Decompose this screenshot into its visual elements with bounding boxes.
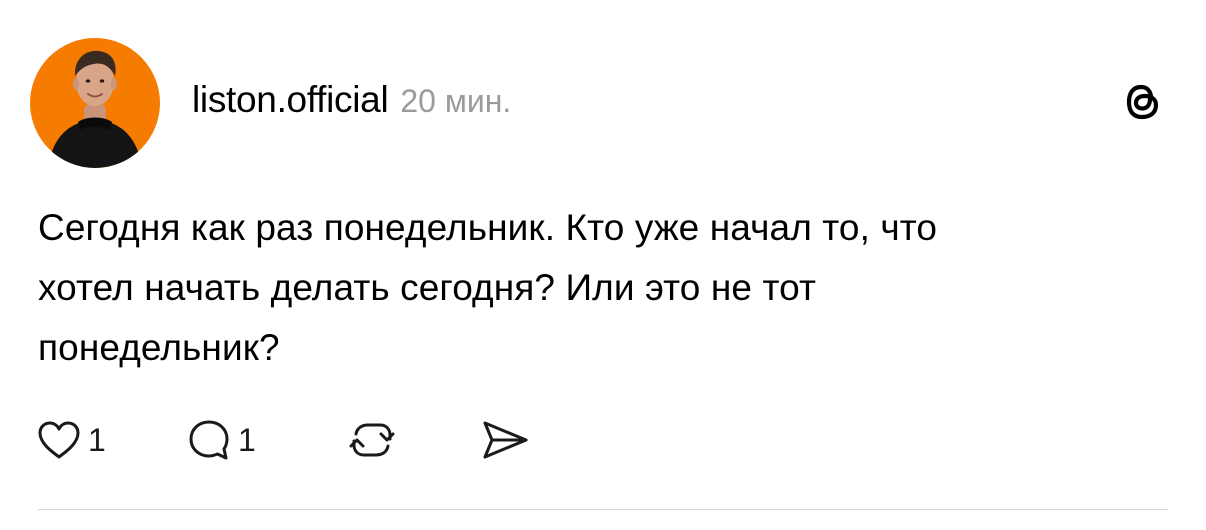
paper-plane-icon (483, 421, 528, 459)
avatar-image (30, 38, 160, 168)
speech-bubble-icon (189, 420, 229, 460)
like-button[interactable]: 1 (36, 414, 106, 466)
repost-button[interactable] (348, 414, 396, 466)
avatar[interactable] (30, 38, 160, 168)
post-timestamp: 20 мин. (400, 83, 512, 119)
like-count: 1 (88, 421, 106, 458)
comment-count: 1 (238, 421, 256, 458)
post-header: liston.official 20 мин. (192, 79, 511, 127)
heart-icon (38, 421, 80, 459)
comment-button[interactable]: 1 (186, 414, 256, 466)
username[interactable]: liston.official (192, 79, 389, 121)
post-text-line: Сегодня как раз понедельник. Кто уже нач… (38, 207, 938, 248)
post-text-line: понедельник? (38, 327, 280, 368)
post-body: Сегодня как раз понедельник. Кто уже нач… (38, 198, 1178, 378)
threads-logo-icon[interactable] (1122, 78, 1164, 126)
post-divider (38, 509, 1168, 510)
post-text-line: хотел начать делать сегодня? Или это не … (38, 267, 816, 308)
repost-icon (349, 423, 395, 457)
thread-post: liston.official 20 мин. Сегодня как раз … (0, 0, 1206, 530)
share-button[interactable] (480, 414, 530, 466)
